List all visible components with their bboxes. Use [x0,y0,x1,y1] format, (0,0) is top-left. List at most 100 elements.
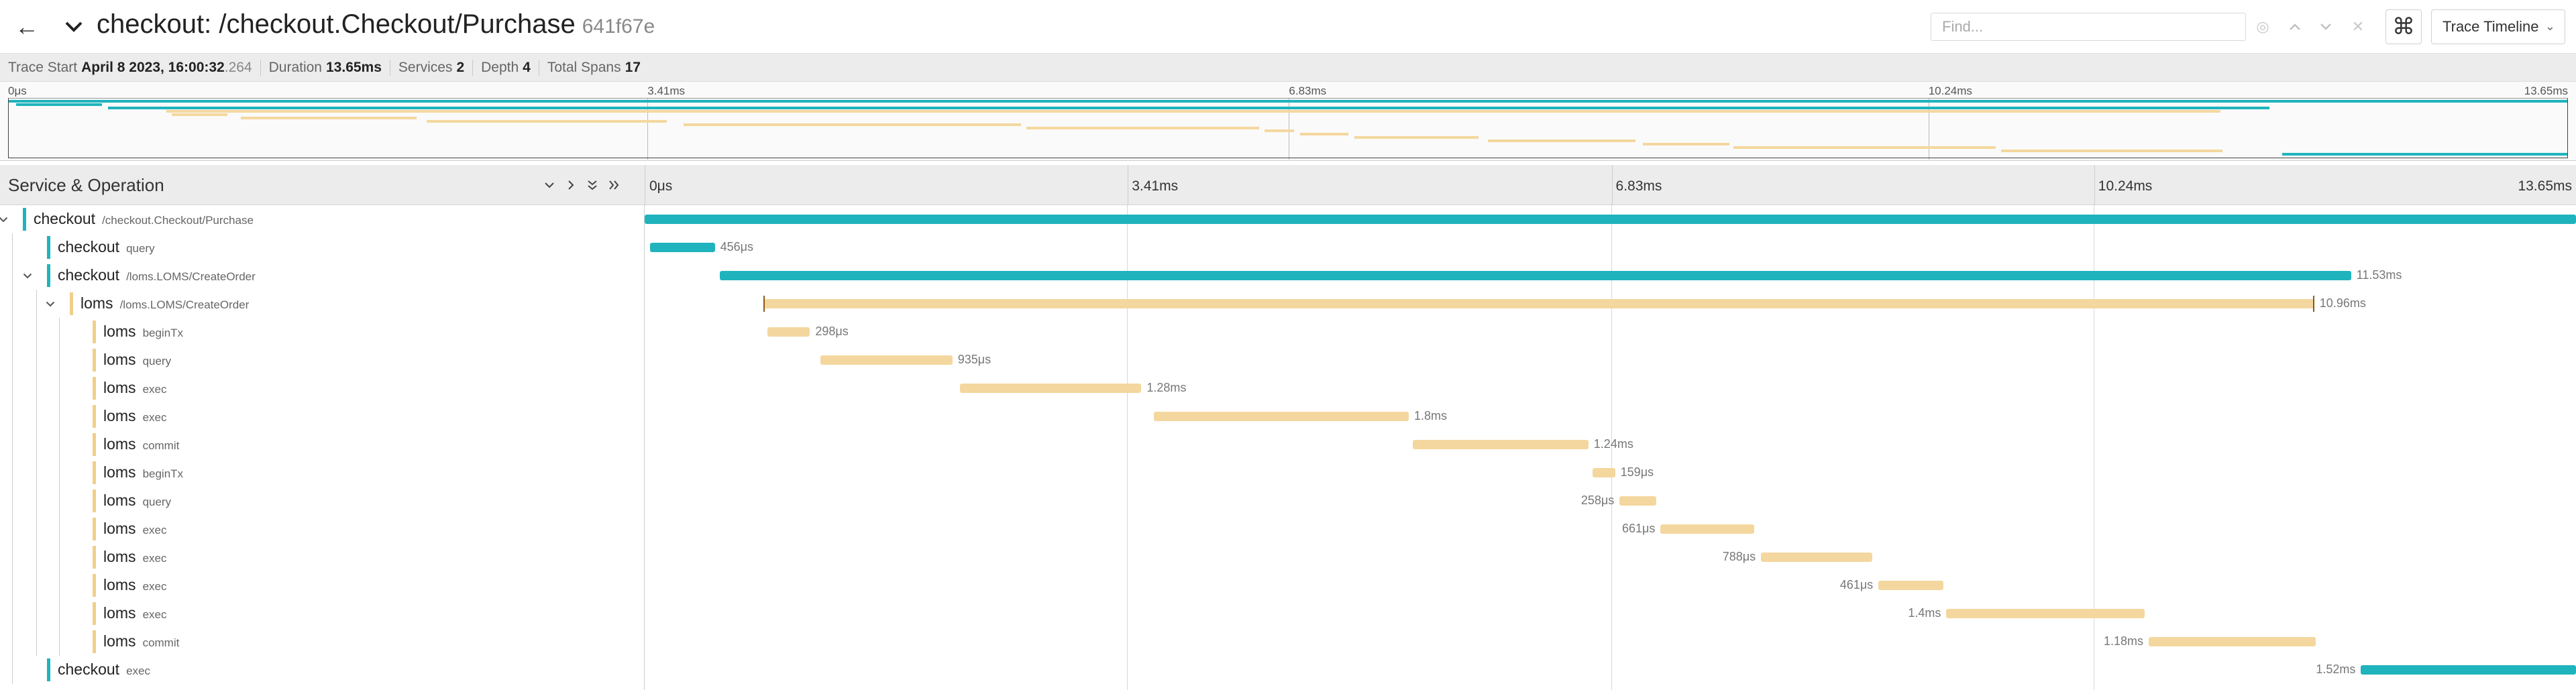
span-service-name[interactable]: loms query [103,351,171,369]
span-bar[interactable] [1660,524,1754,534]
trace-start-value: April 8 2023, 16:00:32.264 [81,60,252,76]
chevron-up-icon [2290,23,2300,30]
span-row[interactable]: loms query [0,487,645,515]
service-name: loms [103,520,136,537]
service-name: checkout [58,266,120,284]
tree-guide-line [12,346,13,374]
back-button[interactable]: ← [9,11,44,43]
tree-guide-line [36,430,37,459]
span-bar[interactable] [1413,440,1589,449]
arrow-left-icon: ← [15,13,39,40]
span-service-name[interactable]: checkout query [58,238,155,256]
span-bar[interactable] [1154,412,1409,421]
service-color-bar [93,377,96,400]
span-service-name[interactable]: loms beginTx [103,463,183,481]
operation-name: exec [142,383,167,396]
span-service-name[interactable]: loms exec [103,548,166,566]
tree-guide-line [59,571,60,599]
span-row[interactable]: loms exec [0,599,645,628]
span-toggle[interactable] [0,211,11,228]
span-service-name[interactable]: loms exec [103,604,166,622]
span-bar[interactable] [1946,609,2145,618]
collapse-all-button[interactable] [582,174,602,196]
timeline-tick-label: 13.65ms [2518,178,2572,194]
span-row[interactable]: loms beginTx [0,459,645,487]
span-bar[interactable] [719,271,2351,280]
span-service-name[interactable]: loms commit [103,435,179,453]
find-prev-button[interactable] [2281,13,2309,41]
tree-guide-line [12,515,13,543]
operation-name: /loms.LOMS/CreateOrder [119,298,250,311]
span-toggle[interactable] [43,295,58,312]
chevron-down-icon [2320,23,2331,30]
span-duration-label: 1.24ms [1593,437,1633,451]
find-input[interactable] [1931,13,2246,41]
span-service-name[interactable]: loms exec [103,379,166,397]
minimap-canvas[interactable] [8,98,2568,158]
collapse-one-button[interactable] [539,174,559,196]
span-bar[interactable] [1619,496,1656,506]
trace-minimap[interactable]: 0μs 3.41ms 6.83ms 10.24ms 13.65ms [0,82,2576,161]
tree-guide-line [12,374,13,402]
span-service-name[interactable]: loms commit [103,632,179,650]
span-duration-label: 298μs [815,325,849,338]
command-key-icon: ⌘ [2392,14,2415,40]
tree-guide-line [36,459,37,487]
span-row[interactable]: checkout/checkout.Checkout/Purchase [0,205,645,233]
span-row[interactable]: loms query [0,346,645,374]
span-row[interactable]: checkout/loms.LOMS/CreateOrder [0,262,645,290]
trace-start-ms: .264 [224,59,252,75]
span-bar[interactable] [2361,665,2576,675]
collapse-trace-button[interactable] [59,11,89,43]
span-service-name[interactable]: loms exec [103,407,166,425]
expand-one-button[interactable] [561,174,581,196]
span-row[interactable]: loms exec [0,571,645,599]
span-row[interactable]: loms exec [0,402,645,430]
minimap-tick-label: 10.24ms [1928,84,1972,97]
service-name: loms [103,379,136,396]
span-row[interactable]: checkout query [0,233,645,262]
service-name: loms [103,576,136,593]
span-service-name[interactable]: checkout exec [58,660,150,679]
span-row[interactable]: loms exec [0,374,645,402]
span-bar[interactable] [763,299,2314,308]
span-bar[interactable] [820,355,953,365]
span-row[interactable]: loms commit [0,628,645,656]
span-row[interactable]: checkout exec [0,656,645,684]
span-row[interactable]: loms/loms.LOMS/CreateOrder [0,290,645,318]
span-row[interactable]: loms exec [0,543,645,571]
keyboard-shortcuts-button[interactable]: ⌘ [2385,9,2422,44]
span-row[interactable]: loms exec [0,515,645,543]
find-next-button[interactable] [2312,13,2340,41]
double-chevron-down-icon [588,180,597,190]
span-row[interactable]: loms beginTx [0,318,645,346]
span-bar[interactable] [1878,581,1944,590]
operation-name: exec [142,608,167,621]
chevron-right-icon [568,180,574,190]
span-cap [763,296,765,312]
trace-header: ← checkout: /checkout.Checkout/Purchase 6… [0,0,2576,54]
span-service-name[interactable]: loms beginTx [103,323,183,341]
span-service-name[interactable]: loms/loms.LOMS/CreateOrder [80,294,249,312]
span-service-name[interactable]: checkout/loms.LOMS/CreateOrder [58,266,256,284]
span-toggle[interactable] [20,267,35,284]
span-service-name[interactable]: loms exec [103,576,166,594]
span-bar[interactable] [1761,553,1873,562]
span-service-name[interactable]: loms query [103,492,171,510]
expand-all-button[interactable] [604,174,624,196]
span-bar[interactable] [2149,637,2316,646]
span-service-name[interactable]: checkout/checkout.Checkout/Purchase [34,210,254,228]
span-service-name[interactable]: loms exec [103,520,166,538]
timeline-tick-label: 10.24ms [2098,178,2153,194]
span-row[interactable]: loms commit [0,430,645,459]
span-bar[interactable] [650,243,715,252]
span-bar[interactable] [767,327,810,337]
span-bar[interactable] [1593,468,1615,477]
service-color-bar [93,490,96,512]
span-bar[interactable] [645,215,2576,224]
view-selector[interactable]: Trace Timeline ⌄ [2431,9,2565,44]
find-clear-button[interactable]: ✕ [2344,13,2372,41]
span-bar[interactable] [960,384,1142,393]
locate-icon[interactable]: ◎ [2249,13,2277,41]
service-name: checkout [58,660,120,678]
